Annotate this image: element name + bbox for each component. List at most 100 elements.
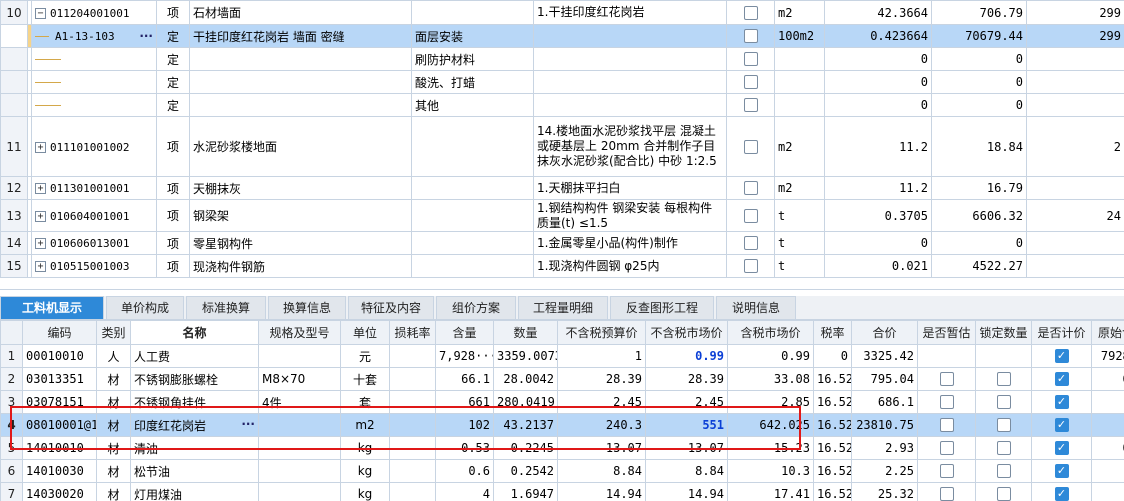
- bill-row[interactable]: 13 +010604001001 项钢梁架 1.钢结构构件 钢梁安装 每根构件质量(t…: [0, 199, 1124, 232]
- priced-cell[interactable]: ✓: [1031, 390, 1092, 414]
- quantity-cell[interactable]: 42.3664: [824, 0, 932, 25]
- expand-toggle-icon[interactable]: +: [35, 261, 46, 272]
- market-price-tax-cell[interactable]: 2.85: [727, 390, 814, 414]
- checkbox-cell[interactable]: [726, 70, 775, 94]
- name-cell[interactable]: 零星钢构件: [189, 231, 412, 255]
- tax-rate-cell[interactable]: 16.52: [813, 413, 852, 437]
- name-cell[interactable]: 钢梁架: [189, 199, 412, 232]
- code-cell[interactable]: 14010010: [22, 436, 97, 460]
- estimate-checkbox[interactable]: [939, 441, 954, 456]
- quantity-cell[interactable]: 0: [824, 47, 932, 71]
- content-cell[interactable]: 661: [435, 390, 494, 414]
- estimate-cell[interactable]: [917, 436, 976, 460]
- content-cell[interactable]: 7,928···: [435, 344, 494, 368]
- lock-quantity-cell[interactable]: [975, 413, 1032, 437]
- quantity-cell[interactable]: 0: [824, 93, 932, 117]
- lock-quantity-checkbox[interactable]: [996, 487, 1011, 501]
- quantity-cell[interactable]: 280.0419: [493, 390, 558, 414]
- column-header-7[interactable]: 含量: [435, 320, 494, 345]
- priced-cell[interactable]: ✓: [1031, 482, 1092, 501]
- expand-toggle-icon[interactable]: +: [35, 238, 46, 249]
- column-header-11[interactable]: 含税市场价: [727, 320, 814, 345]
- lock-quantity-cell[interactable]: [975, 367, 1032, 391]
- column-header-2[interactable]: 类别: [96, 320, 131, 345]
- code-cell[interactable]: [31, 70, 157, 94]
- quantity-cell[interactable]: 0.2245: [493, 436, 558, 460]
- priced-checkbox[interactable]: ✓: [1054, 487, 1069, 501]
- content-cell[interactable]: 66.1: [435, 367, 494, 391]
- checkbox-cell[interactable]: [726, 116, 775, 177]
- quantity-cell[interactable]: 0.423664: [824, 24, 932, 48]
- description-cell[interactable]: [533, 93, 727, 117]
- loss-rate-cell[interactable]: [389, 390, 436, 414]
- lock-quantity-cell[interactable]: [975, 344, 1032, 368]
- name-cell[interactable]: 人工费: [130, 344, 259, 368]
- code-cell[interactable]: [31, 47, 157, 71]
- checkbox-cell[interactable]: [726, 24, 775, 48]
- bill-row[interactable]: 定 酸洗、打蜡 0 0: [0, 70, 1124, 94]
- estimate-cell[interactable]: [917, 390, 976, 414]
- row-checkbox[interactable]: [743, 181, 758, 196]
- feature-cell[interactable]: [411, 116, 534, 177]
- checkbox-cell[interactable]: [726, 254, 775, 278]
- bill-row[interactable]: 10−011204001001 项石材墙面 1.干挂印度红花岗岩 m2 42.3664 7…: [0, 0, 1124, 25]
- code-cell[interactable]: 03013351: [22, 367, 97, 391]
- column-header-1[interactable]: 编码: [22, 320, 97, 345]
- name-cell[interactable]: 印度红花岗岩 ···: [130, 413, 259, 437]
- checkbox-cell[interactable]: [726, 176, 775, 200]
- row-checkbox[interactable]: [743, 98, 758, 113]
- tax-rate-cell[interactable]: 16.52: [813, 459, 852, 483]
- code-cell[interactable]: 00010010: [22, 344, 97, 368]
- lock-quantity-checkbox[interactable]: [996, 441, 1011, 456]
- description-cell[interactable]: 1.天棚抹平扫白: [533, 176, 727, 200]
- column-header-9[interactable]: 不含税预算价: [557, 320, 646, 345]
- tab-1[interactable]: 工料机显示: [0, 296, 104, 319]
- loss-rate-cell[interactable]: [389, 482, 436, 501]
- priced-checkbox[interactable]: ✓: [1054, 372, 1069, 387]
- estimate-cell[interactable]: [917, 482, 976, 501]
- market-price-tax-cell[interactable]: 10.3: [727, 459, 814, 483]
- lock-quantity-checkbox[interactable]: [996, 418, 1011, 433]
- quantity-cell[interactable]: 0.3705: [824, 199, 932, 232]
- priced-checkbox[interactable]: ✓: [1054, 418, 1069, 433]
- quantity-cell[interactable]: 0.2542: [493, 459, 558, 483]
- description-cell[interactable]: 1.金属零星小品(构件)制作: [533, 231, 727, 255]
- spec-cell[interactable]: [258, 413, 341, 437]
- content-cell[interactable]: 0.6: [435, 459, 494, 483]
- lock-quantity-cell[interactable]: [975, 436, 1032, 460]
- column-header-16[interactable]: 是否计价: [1031, 320, 1092, 345]
- name-cell[interactable]: [189, 47, 412, 71]
- column-header-3[interactable]: 名称: [130, 320, 259, 345]
- estimate-checkbox[interactable]: [939, 418, 954, 433]
- priced-checkbox[interactable]: ✓: [1054, 395, 1069, 410]
- tab-6[interactable]: 组价方案: [436, 296, 516, 319]
- description-cell[interactable]: [533, 47, 727, 71]
- code-cell[interactable]: +011301001001: [31, 176, 157, 200]
- row-checkbox[interactable]: [743, 5, 758, 20]
- market-price-tax-cell[interactable]: 642.025: [727, 413, 814, 437]
- market-price-cell[interactable]: 551: [645, 413, 728, 437]
- estimate-cell[interactable]: [917, 459, 976, 483]
- spec-cell[interactable]: M8×70: [258, 367, 341, 391]
- spec-cell[interactable]: [258, 482, 341, 501]
- code-cell[interactable]: [31, 93, 157, 117]
- tax-rate-cell[interactable]: 16.52: [813, 482, 852, 501]
- quantity-cell[interactable]: 11.2: [824, 116, 932, 177]
- tab-5[interactable]: 特征及内容: [348, 296, 434, 319]
- priced-cell[interactable]: ✓: [1031, 459, 1092, 483]
- estimate-checkbox[interactable]: [939, 395, 954, 410]
- description-cell[interactable]: [533, 24, 727, 48]
- feature-cell[interactable]: [411, 254, 534, 278]
- column-header-15[interactable]: 锁定数量: [975, 320, 1032, 345]
- row-checkbox[interactable]: [743, 29, 758, 44]
- market-price-cell[interactable]: 2.45: [645, 390, 728, 414]
- row-checkbox[interactable]: [743, 208, 758, 223]
- checkbox-cell[interactable]: [726, 0, 775, 25]
- column-header-12[interactable]: 税率: [813, 320, 852, 345]
- tab-2[interactable]: 单价构成: [106, 296, 184, 319]
- spec-cell[interactable]: [258, 436, 341, 460]
- tax-rate-cell[interactable]: 16.52: [813, 367, 852, 391]
- resource-row[interactable]: 2 03013351 材不锈钢膨胀螺栓 M8×70 十套 66.1 28.0042 28.39…: [0, 367, 1124, 391]
- name-cell[interactable]: 灯用煤油: [130, 482, 259, 501]
- name-cell[interactable]: 松节油: [130, 459, 259, 483]
